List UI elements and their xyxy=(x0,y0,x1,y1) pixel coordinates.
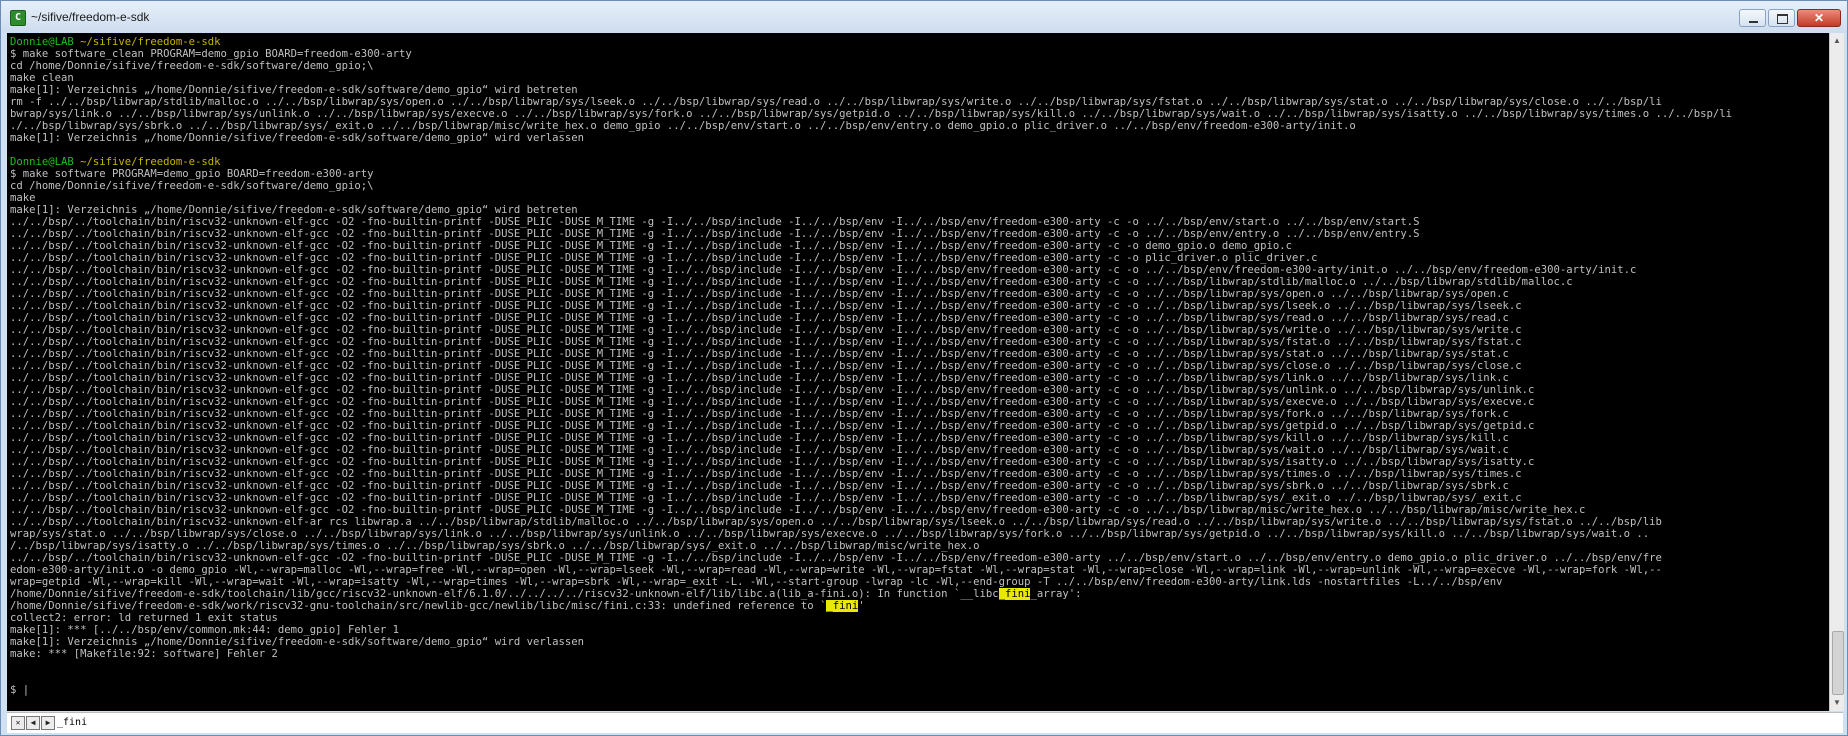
terminal-line: /home/Donnie/sifive/freedom-e-sdk/work/r… xyxy=(10,600,865,612)
close-button[interactable]: ✕ xyxy=(1797,9,1841,27)
prompt-user: Donnie@LAB xyxy=(10,36,74,48)
prompt-path: ~/sifive/freedom-e-sdk xyxy=(73,36,221,48)
window-title: ~/sifive/freedom-e-sdk xyxy=(31,10,150,24)
search-close-button[interactable]: ✕ xyxy=(11,716,25,730)
terminal-icon: C xyxy=(10,10,26,26)
minimize-icon xyxy=(1749,21,1758,23)
scrollbar-thumb[interactable] xyxy=(1832,631,1844,695)
scroll-up-icon[interactable]: ▲ xyxy=(1831,34,1843,48)
terminal-line: ./../bsp/libwrap/sys/sbrk.o ../../bsp/li… xyxy=(10,120,1356,132)
terminal-line: ../../bsp/../toolchain/bin/riscv32-unkno… xyxy=(10,492,1522,504)
terminal-line: ../../bsp/../toolchain/bin/riscv32-unkno… xyxy=(10,288,1509,300)
terminal-window: C ~/sifive/freedom-e-sdk ✕ Donnie@LAB ~/… xyxy=(0,0,1848,736)
terminal-line: make: *** [Makefile:92: software] Fehler… xyxy=(10,648,278,660)
terminal-line: ../../bsp/../toolchain/bin/riscv32-unkno… xyxy=(10,312,1509,324)
terminal-line: ../../bsp/../toolchain/bin/riscv32-unkno… xyxy=(10,372,1509,384)
terminal-line: /home/Donnie/sifive/freedom-e-sdk/toolch… xyxy=(10,588,1082,600)
terminal-line: ../../bsp/../toolchain/bin/riscv32-unkno… xyxy=(10,468,1522,480)
terminal-line: ../../bsp/../toolchain/bin/riscv32-unkno… xyxy=(10,240,1292,252)
search-bar: ✕ ◀ ▶ xyxy=(7,712,1843,733)
terminal-line: ../../bsp/../toolchain/bin/riscv32-unkno… xyxy=(10,300,1522,312)
prompt-line: Donnie@LAB ~/sifive/freedom-e-sdk xyxy=(10,156,1829,168)
terminal-line: ../../bsp/../toolchain/bin/riscv32-unkno… xyxy=(10,348,1509,360)
scroll-down-icon[interactable]: ▼ xyxy=(1831,696,1843,710)
terminal-line: /../bsp/libwrap/sys/isatty.o ../../bsp/l… xyxy=(10,540,980,552)
terminal-line: ../../bsp/../toolchain/bin/riscv32-unkno… xyxy=(10,228,1420,240)
terminal-line: make clean xyxy=(10,72,74,84)
terminal-line: make[1]: Verzeichnis „/home/Donnie/sifiv… xyxy=(10,636,585,648)
maximize-icon xyxy=(1777,14,1788,24)
terminal-line: edom-e300-arty/init.o -o demo_gpio -Wl,-… xyxy=(10,564,1662,576)
terminal-line: wrap=getpid -Wl,--wrap=kill -Wl,--wrap=w… xyxy=(10,576,1503,588)
terminal-line: make xyxy=(10,192,36,204)
search-prev-button[interactable]: ◀ xyxy=(26,716,40,730)
terminal-line: make[1]: *** [../../bsp/env/common.mk:44… xyxy=(10,624,400,636)
search-highlight: _fini xyxy=(826,600,859,612)
close-icon: ✕ xyxy=(1813,11,1825,25)
terminal-line: $ make software_clean PROGRAM=demo_gpio … xyxy=(10,48,412,60)
terminal-line: collect2: error: ld returned 1 exit stat… xyxy=(10,612,278,624)
terminal-line: ../../bsp/../toolchain/bin/riscv32-unkno… xyxy=(10,408,1509,420)
terminal-line: ../../bsp/../toolchain/bin/riscv32-unkno… xyxy=(10,480,1509,492)
terminal-line: ../../bsp/../toolchain/bin/riscv32-unkno… xyxy=(10,504,1586,516)
title-bar[interactable]: C ~/sifive/freedom-e-sdk ✕ xyxy=(1,1,1847,33)
search-input[interactable] xyxy=(57,715,357,729)
terminal-line: cd /home/Donnie/sifive/freedom-e-sdk/sof… xyxy=(10,180,374,192)
minimize-button[interactable] xyxy=(1739,9,1766,27)
terminal-lines: Donnie@LAB ~/sifive/freedom-e-sdk $ make … xyxy=(10,36,1829,696)
prompt-path: ~/sifive/freedom-e-sdk xyxy=(73,156,221,168)
search-highlight: _fini xyxy=(998,588,1031,600)
terminal-line: ../../bsp/../toolchain/bin/riscv32-unkno… xyxy=(10,552,1662,564)
terminal-line: ../../bsp/../toolchain/bin/riscv32-unkno… xyxy=(10,336,1522,348)
terminal-line: ../../bsp/../toolchain/bin/riscv32-unkno… xyxy=(10,444,1509,456)
terminal-line: rm -f ../../bsp/libwrap/stdlib/malloc.o … xyxy=(10,96,1662,108)
terminal-line: ../../bsp/../toolchain/bin/riscv32-unkno… xyxy=(10,396,1535,408)
terminal-line: make[1]: Verzeichnis „/home/Donnie/sifiv… xyxy=(10,132,585,144)
terminal-output[interactable]: Donnie@LAB ~/sifive/freedom-e-sdk $ make … xyxy=(7,33,1829,711)
terminal-line: ../../bsp/../toolchain/bin/riscv32-unkno… xyxy=(10,216,1420,228)
terminal-line: ../../bsp/../toolchain/bin/riscv32-unkno… xyxy=(10,516,1662,528)
vertical-scrollbar[interactable]: ▲ ▼ xyxy=(1829,33,1844,711)
terminal-line: ../../bsp/../toolchain/bin/riscv32-unkno… xyxy=(10,384,1535,396)
terminal-line: $ | xyxy=(10,684,30,696)
terminal-line: ../../bsp/../toolchain/bin/riscv32-unkno… xyxy=(10,456,1535,468)
terminal-line: ../../bsp/../toolchain/bin/riscv32-unkno… xyxy=(10,276,1573,288)
terminal-line: ../../bsp/../toolchain/bin/riscv32-unkno… xyxy=(10,264,1637,276)
terminal-line: ../../bsp/../toolchain/bin/riscv32-unkno… xyxy=(10,252,1318,264)
prompt-user: Donnie@LAB xyxy=(10,156,74,168)
prompt-line: Donnie@LAB ~/sifive/freedom-e-sdk xyxy=(10,36,1829,48)
terminal-line: make[1]: Verzeichnis „/home/Donnie/sifiv… xyxy=(10,204,578,216)
terminal-line: ../../bsp/../toolchain/bin/riscv32-unkno… xyxy=(10,432,1509,444)
terminal-line: make[1]: Verzeichnis „/home/Donnie/sifiv… xyxy=(10,84,578,96)
terminal-line: cd /home/Donnie/sifive/freedom-e-sdk/sof… xyxy=(10,60,374,72)
terminal-line: wrap/sys/stat.o ../../bsp/libwrap/sys/cl… xyxy=(10,528,1650,540)
search-next-button[interactable]: ▶ xyxy=(41,716,55,730)
terminal-line: ../../bsp/../toolchain/bin/riscv32-unkno… xyxy=(10,420,1535,432)
terminal-line: ../../bsp/../toolchain/bin/riscv32-unkno… xyxy=(10,324,1522,336)
window-controls: ✕ xyxy=(1739,9,1841,27)
maximize-button[interactable] xyxy=(1768,9,1795,27)
terminal-line: $ make software PROGRAM=demo_gpio BOARD=… xyxy=(10,168,374,180)
terminal-line: bwrap/sys/link.o ../../bsp/libwrap/sys/u… xyxy=(10,108,1733,120)
terminal-line: ../../bsp/../toolchain/bin/riscv32-unkno… xyxy=(10,360,1522,372)
